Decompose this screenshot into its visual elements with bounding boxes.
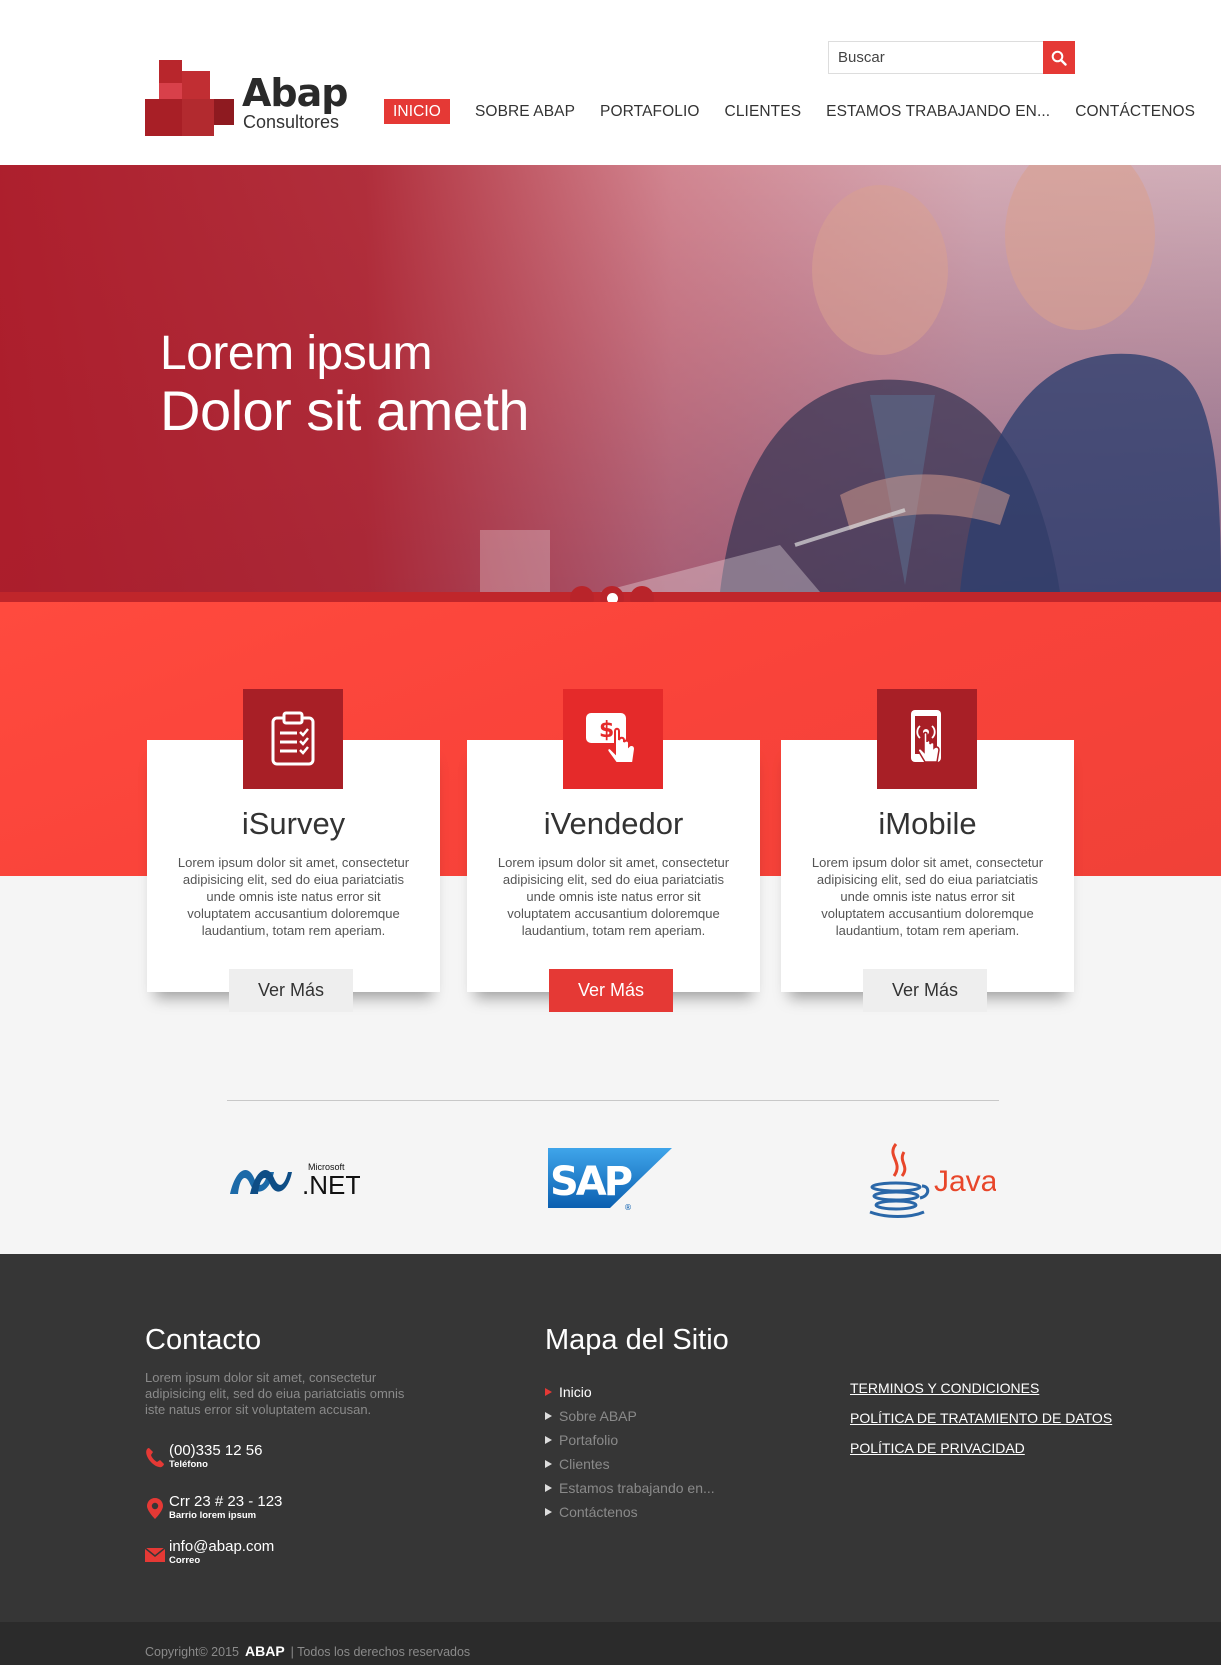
partner-dotnet-logo[interactable]: Microsoft .NET: [228, 1158, 361, 1200]
sap-logo-icon: SAP ®: [548, 1148, 672, 1212]
partner-java-logo[interactable]: Java: [866, 1142, 998, 1218]
feature-card-imobile: iMobile Lorem ipsum dolor sit amet, cons…: [781, 689, 1074, 1012]
feature-description: Lorem ipsum dolor sit amet, consectetur …: [497, 855, 730, 938]
search-input[interactable]: [828, 41, 1043, 74]
hero-heading-line-2: Dolor sit ameth: [160, 379, 530, 442]
legal-links: TERMINOS Y CONDICIONES POLÍTICA DE TRATA…: [850, 1380, 1112, 1470]
sitemap-item-portafolio[interactable]: Portafolio: [545, 1428, 715, 1452]
contact-address: Crr 23 # 23 - 123 Barrio lorem ipsum: [145, 1493, 282, 1521]
nav-clientes[interactable]: CLIENTES: [725, 99, 802, 124]
copyright-bar: Copyright© 2015 ABAP | Todos los derechos …: [0, 1622, 1221, 1665]
search-button[interactable]: [1043, 41, 1075, 74]
contact-email: info@abap.com Correo: [145, 1538, 274, 1566]
link-tratamiento-datos[interactable]: POLÍTICA DE TRATAMIENTO DE DATOS: [850, 1410, 1112, 1440]
copyright-suffix: | Todos los derechos reservados: [290, 1645, 471, 1659]
feature-card-isurvey: iSurvey Lorem ipsum dolor sit amet, cons…: [147, 689, 440, 1012]
phone-icon: [146, 1448, 164, 1468]
dollar-tap-icon: $: [563, 689, 663, 789]
sitemap-heading: Mapa del Sitio: [545, 1324, 729, 1356]
phone-number[interactable]: (00)335 12 56: [169, 1442, 262, 1459]
nav-sobre-abap[interactable]: SOBRE ABAP: [475, 99, 575, 124]
feature-title: iVendedor: [543, 806, 684, 841]
sitemap-item-contactenos[interactable]: Contáctenos: [545, 1500, 715, 1524]
site-footer: Contacto Lorem ipsum dolor sit amet, con…: [0, 1254, 1221, 1622]
nav-contactenos[interactable]: CONTÁCTENOS: [1075, 99, 1195, 124]
ver-mas-button-imobile[interactable]: Ver Más: [863, 969, 987, 1012]
ver-mas-button-isurvey[interactable]: Ver Más: [229, 969, 353, 1012]
svg-text:$: $: [599, 718, 614, 743]
address-value: Crr 23 # 23 - 123: [169, 1493, 283, 1510]
email-label: Correo: [169, 1555, 201, 1566]
contact-description: Lorem ipsum dolor sit amet, consectetur …: [145, 1370, 405, 1417]
logo-tagline: Consultores: [243, 112, 340, 132]
location-pin-icon: [147, 1498, 163, 1519]
search-box: [828, 41, 1075, 74]
mail-icon: [145, 1547, 165, 1562]
contact-phone: (00)335 12 56 Teléfono: [145, 1442, 262, 1470]
nav-portafolio[interactable]: PORTAFOLIO: [600, 99, 699, 124]
svg-text:®: ®: [624, 1203, 632, 1212]
feature-title: iMobile: [878, 806, 977, 841]
logo-title: Abap: [242, 71, 348, 115]
partner-sap-logo[interactable]: SAP ®: [548, 1148, 672, 1212]
partner-java-label: Java: [934, 1165, 996, 1198]
site-header: Abap Consultores INICIO SOBRE ABAP PORTA…: [0, 0, 1221, 165]
sitemap-item-inicio[interactable]: Inicio: [545, 1380, 715, 1404]
copyright-brand: ABAP: [245, 1643, 285, 1659]
nav-inicio[interactable]: INICIO: [384, 99, 450, 124]
logo[interactable]: Abap Consultores: [145, 60, 355, 145]
sitemap-list: Inicio Sobre ABAP Portafolio Clientes Es…: [545, 1380, 715, 1524]
logo-squares-icon: [145, 60, 234, 136]
partner-dotnet-label: .NET: [302, 1170, 360, 1198]
sitemap-item-clientes[interactable]: Clientes: [545, 1452, 715, 1476]
sitemap-item-estamos-trabajando[interactable]: Estamos trabajando en...: [545, 1476, 715, 1500]
hero-slider: Lorem ipsum Dolor sit ameth: [0, 165, 1221, 592]
partner-sap-label: SAP: [550, 1159, 632, 1205]
feature-description: Lorem ipsum dolor sit amet, consectetur …: [811, 855, 1044, 938]
feature-title: iSurvey: [241, 806, 346, 841]
copyright-text: Copyright© 2015 ABAP | Todos los derechos …: [145, 1644, 470, 1659]
copyright-prefix: Copyright© 2015: [145, 1645, 239, 1659]
contact-heading: Contacto: [145, 1324, 262, 1356]
hero-heading-line-1: Lorem ipsum: [160, 327, 432, 380]
mobile-touch-icon: [877, 689, 977, 789]
phone-label: Teléfono: [169, 1459, 208, 1470]
microsoft-net-logo-icon: Microsoft .NET: [230, 1162, 361, 1200]
section-divider: [227, 1100, 999, 1101]
sitemap-item-sobre-abap[interactable]: Sobre ABAP: [545, 1404, 715, 1428]
java-coffee-cup-icon: Java: [869, 1143, 998, 1218]
feature-description: Lorem ipsum dolor sit amet, consectetur …: [177, 855, 410, 938]
nav-estamos-trabajando[interactable]: ESTAMOS TRABAJANDO EN...: [826, 99, 1050, 124]
link-privacidad[interactable]: POLÍTICA DE PRIVACIDAD: [850, 1440, 1112, 1470]
feature-cards: iSurvey Lorem ipsum dolor sit amet, cons…: [147, 689, 1075, 1012]
ver-mas-button-ivendedor[interactable]: Ver Más: [549, 969, 673, 1012]
address-label: Barrio lorem ipsum: [169, 1510, 257, 1521]
main-nav: INICIO SOBRE ABAP PORTAFOLIO CLIENTES ES…: [384, 99, 1195, 124]
link-terminos[interactable]: TERMINOS Y CONDICIONES: [850, 1380, 1112, 1410]
email-address[interactable]: info@abap.com: [169, 1538, 274, 1555]
feature-card-ivendedor: $ iVendedor Lorem ipsum dolor sit amet, …: [467, 689, 760, 1012]
search-icon: [1051, 50, 1067, 66]
clipboard-checklist-icon: [243, 689, 343, 789]
